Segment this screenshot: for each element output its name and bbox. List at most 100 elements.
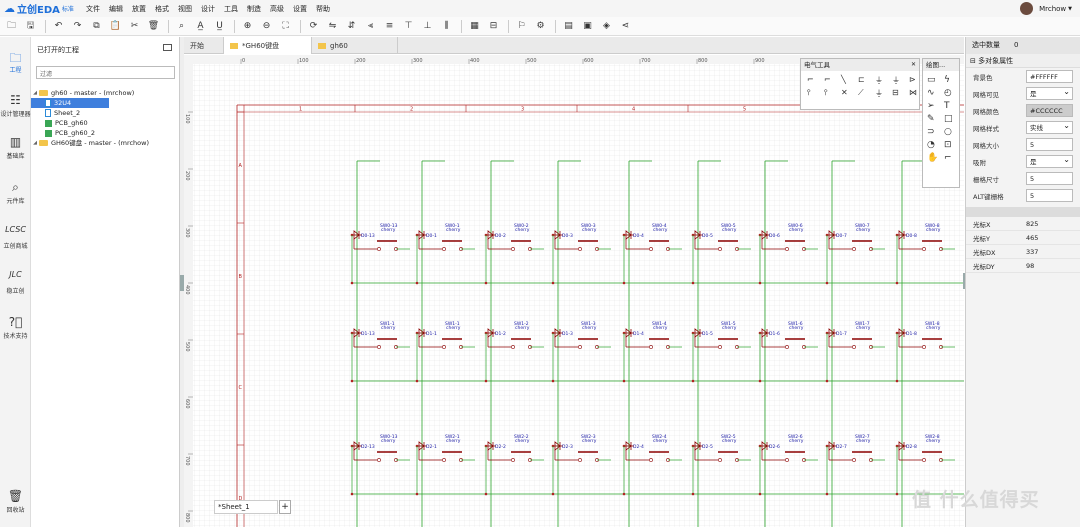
text-find-icon[interactable]: A̲ — [192, 19, 209, 34]
underline-icon[interactable]: U̲ — [211, 19, 228, 34]
app-logo[interactable]: ☁ 立创EDA 标准 — [0, 1, 86, 16]
bus-icon[interactable]: ⌐ — [824, 75, 839, 86]
property-value[interactable]: 是 — [1026, 86, 1073, 100]
tree-item[interactable]: PCB_gh60_2 — [31, 128, 180, 138]
align-left-icon[interactable]: ⫷ — [362, 19, 379, 34]
dimension-icon[interactable]: ⌐ — [944, 153, 958, 163]
sidebar-item-design-manager[interactable]: ☷ 设计管理器 — [0, 93, 31, 118]
align-top-icon[interactable]: ⊤ — [400, 19, 417, 34]
design-check-icon[interactable]: ⚐ — [513, 19, 530, 34]
sidebar-item-trash[interactable]: 🗑 回收站 — [0, 489, 31, 514]
text-icon[interactable]: T — [944, 101, 958, 111]
arrow-icon[interactable]: ➢ — [927, 101, 941, 111]
sidebar-item-project[interactable]: 🗀 工程 — [0, 49, 31, 74]
property-value[interactable]: 是 — [1026, 154, 1073, 168]
sheet-tab[interactable]: *Sheet_1 — [214, 500, 278, 514]
picture-icon[interactable]: ⊡ — [944, 140, 958, 150]
zoom-out-icon[interactable]: ⊖ — [258, 19, 275, 34]
paste-icon[interactable]: 📋 — [107, 19, 124, 34]
find-icon[interactable]: ⌕ — [173, 19, 190, 34]
menu-item[interactable]: 视图 — [178, 4, 192, 14]
layers-icon[interactable]: ◈ — [598, 19, 615, 34]
add-sheet-button[interactable]: + — [279, 500, 291, 514]
net-label-icon[interactable]: ⊏ — [858, 75, 873, 86]
redo-icon[interactable]: ↷ — [69, 19, 86, 34]
ground-icon[interactable]: ⏚ — [892, 75, 907, 86]
menu-item[interactable]: 工具 — [224, 4, 238, 14]
drawing-tools-panel[interactable]: 绘图... ▭ ϟ ∿ ◴ ➢ T ✎ □ ⊃ ○ ◔ ⊡ ✋ ⌐ — [922, 58, 960, 188]
menu-item[interactable]: 高级 — [270, 4, 284, 14]
property-value[interactable]: 实线 — [1026, 120, 1073, 134]
flip-vertical-icon[interactable]: ⇵ — [343, 19, 360, 34]
pie-icon[interactable]: ◔ — [927, 140, 941, 150]
sidebar-item-jlc[interactable]: JLC 稳立创 — [0, 270, 31, 295]
convert-pcb-icon[interactable]: ▣ — [579, 19, 596, 34]
bom-icon[interactable]: ▤ — [560, 19, 577, 34]
bus-entry-icon[interactable]: ╲ — [841, 75, 856, 86]
circle-icon[interactable]: ○ — [944, 127, 958, 137]
tools-icon[interactable]: ⚙ — [532, 19, 549, 34]
property-value[interactable]: 5 — [1026, 138, 1073, 151]
new-project-icon[interactable] — [163, 44, 172, 51]
tree-item[interactable]: Sheet_2 — [31, 108, 180, 118]
polygon-icon[interactable]: ⊃ — [927, 127, 941, 137]
cut-icon[interactable]: ✂ — [126, 19, 143, 34]
menu-item[interactable]: 放置 — [132, 4, 146, 14]
group-icon[interactable]: ⊟ — [892, 88, 907, 99]
zoom-in-icon[interactable]: ⊕ — [239, 19, 256, 34]
schematic-svg[interactable]: 0 100 200 300 400 500 600 700 800 900 100 200 300 400… — [184, 55, 964, 527]
menu-item[interactable]: 格式 — [155, 4, 169, 14]
netlist-icon[interactable]: ⊟ — [485, 19, 502, 34]
property-value[interactable]: #CCCCCC — [1026, 104, 1073, 117]
user-menu[interactable]: Mrchow ▼ — [1020, 2, 1072, 15]
menu-item[interactable]: 编辑 — [109, 4, 123, 14]
undo-icon[interactable]: ↶ — [50, 19, 67, 34]
no-connect-icon[interactable]: ✕ — [841, 88, 856, 99]
property-value[interactable]: #FFFFFF — [1026, 70, 1073, 83]
bolt-icon[interactable]: ϟ — [944, 75, 958, 85]
grid-icon[interactable]: ▦ — [466, 19, 483, 34]
align-center-icon[interactable]: ≡ — [381, 19, 398, 34]
schematic-canvas[interactable]: 0 100 200 300 400 500 600 700 800 900 100 200 300 400… — [184, 55, 964, 527]
property-value[interactable]: 5 — [1026, 189, 1073, 202]
tab-0[interactable]: 开始 — [184, 37, 224, 54]
sidebar-item-support[interactable]: ?⃝ 技术支持 — [0, 315, 31, 340]
flip-horizontal-icon[interactable]: ⇋ — [324, 19, 341, 34]
filter-input[interactable]: 过滤 — [36, 66, 175, 79]
freehand-icon[interactable]: ✎ — [927, 114, 941, 124]
rect-icon[interactable]: □ — [944, 114, 958, 124]
open-folder-icon[interactable]: 🗀 — [3, 19, 20, 34]
bezier-icon[interactable]: ∿ — [927, 88, 941, 98]
menu-item[interactable]: 制造 — [247, 4, 261, 14]
rotate-icon[interactable]: ⟳ — [305, 19, 322, 34]
tree-item[interactable]: 32U4 — [31, 98, 109, 108]
tree-item[interactable]: ◢ gh60 - master - (mrchow) — [31, 88, 180, 98]
sidebar-item-basic-lib[interactable]: ▥ 基础库 — [0, 135, 31, 160]
expand-icon[interactable]: ◢ — [31, 88, 39, 98]
sidebar-item-lcsc[interactable]: LCSC 立创商城 — [0, 225, 31, 250]
distribute-icon[interactable]: ⫼ — [438, 19, 455, 34]
property-value[interactable]: 5 — [1026, 172, 1073, 185]
image-icon[interactable]: ▭ — [927, 75, 941, 85]
align-bottom-icon[interactable]: ⊥ — [419, 19, 436, 34]
menu-item[interactable]: 文件 — [86, 4, 100, 14]
section-header[interactable]: ⊟ 多对象属性 — [966, 54, 1080, 68]
delete-icon[interactable]: 🗑 — [145, 19, 162, 34]
tab-2[interactable]: gh60 — [312, 37, 398, 54]
arc-icon[interactable]: ◴ — [944, 88, 958, 98]
wire-icon[interactable]: ⌐ — [807, 75, 822, 86]
netflag-icon[interactable]: ⫯ — [824, 88, 839, 99]
vcc-icon[interactable]: ⫯ — [807, 88, 822, 99]
sidebar-item-component-lib[interactable]: ⌕ 元件库 — [0, 180, 31, 205]
menu-item[interactable]: 帮助 — [316, 4, 330, 14]
close-icon[interactable]: ✕ — [911, 59, 916, 71]
tree-item[interactable]: PCB_gh60 — [31, 118, 180, 128]
power-icon[interactable]: ⏚ — [875, 75, 890, 86]
copy-icon[interactable]: ⧉ — [88, 19, 105, 34]
expand-icon[interactable]: ◢ — [31, 138, 39, 148]
share-icon[interactable]: ⋖ — [617, 19, 634, 34]
pan-icon[interactable]: ✋ — [927, 153, 941, 163]
zoom-fit-icon[interactable]: ⛶ — [277, 19, 294, 34]
pin-icon[interactable]: ⏚ — [875, 88, 890, 99]
menu-item[interactable]: 设计 — [201, 4, 215, 14]
